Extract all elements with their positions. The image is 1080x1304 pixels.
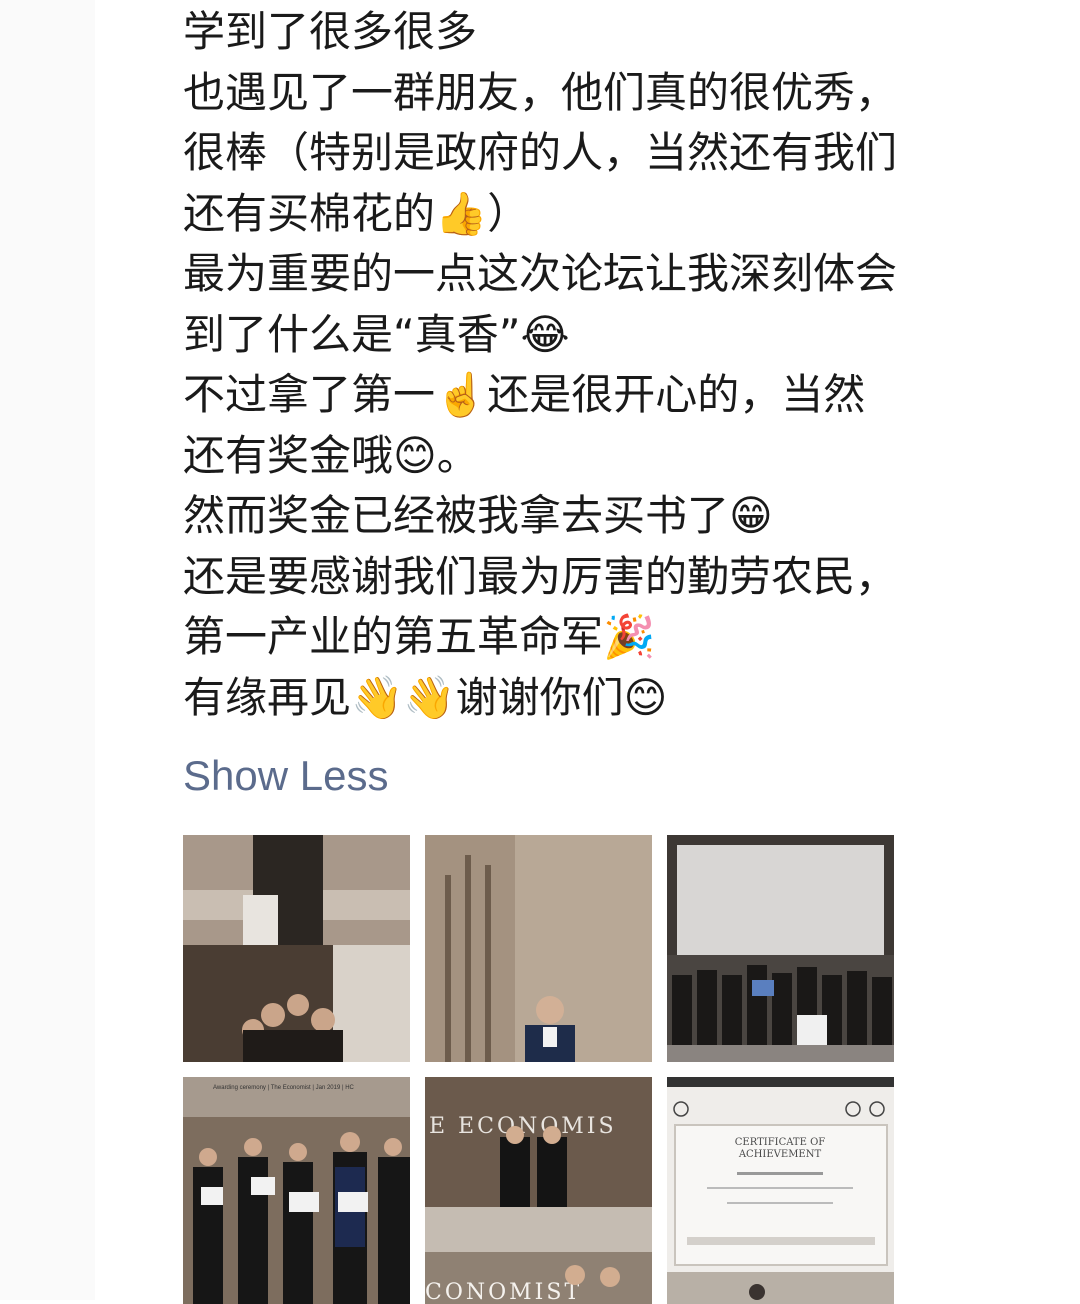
post-line: 学到了很多很多 xyxy=(183,7,478,56)
photo-thumbnail-3[interactable] xyxy=(667,835,894,1062)
moments-post: 学到了很多很多 也遇见了一群朋友，他们真的很优秀， 很棒（特别是政府的人，当然还… xyxy=(183,0,1043,1304)
post-line: 还是要感谢我们最为厉害的勤劳农民， xyxy=(183,551,898,601)
photo-thumbnail-1[interactable] xyxy=(183,835,410,1062)
post-line: 也遇见了一群朋友，他们真的很优秀， xyxy=(183,67,898,117)
left-gutter xyxy=(0,0,95,1300)
photo-thumbnail-6[interactable]: CERTIFICATE OF ACHIEVEMENT xyxy=(667,1077,894,1304)
post-line: 很棒（特别是政府的人，当然还有我们 xyxy=(183,128,898,177)
photo-thumbnail-4[interactable]: Awarding ceremony | The Economist | Jan … xyxy=(183,1077,410,1304)
show-less-link[interactable]: Show Less xyxy=(183,752,388,800)
photo-caption-text: Awarding ceremony | The Economist | Jan … xyxy=(213,1085,355,1091)
post-line: 到了什么是“真香”😂 xyxy=(183,309,570,359)
post-line: 然而奖金已经被我拿去买书了😁 xyxy=(183,491,773,540)
post-line: 最为重要的一点这次论坛让我深刻体会 xyxy=(183,249,898,298)
post-line: 第一产业的第五革命军🎉 xyxy=(183,612,656,661)
post-line: 还有奖金哦😊。 xyxy=(183,430,479,480)
photo-thumbnail-5[interactable]: E ECONOMIS CONOMIST xyxy=(425,1077,652,1304)
photo-backdrop-text-2: CONOMIST xyxy=(425,1280,582,1304)
post-line: 不过拿了第一☝️还是很开心的，当然 xyxy=(183,370,866,419)
post-line: 还有买棉花的👍） xyxy=(183,188,530,238)
certificate-title-line-2: ACHIEVEMENT xyxy=(738,1149,822,1160)
photo-thumbnail-2[interactable] xyxy=(425,835,652,1062)
certificate-title-line-1: CERTIFICATE OF xyxy=(735,1137,825,1148)
post-text: 学到了很多很多 也遇见了一群朋友，他们真的很优秀， 很棒（特别是政府的人，当然还… xyxy=(183,0,1043,728)
post-line: 有缘再见👋👋谢谢你们😊 xyxy=(183,672,668,722)
